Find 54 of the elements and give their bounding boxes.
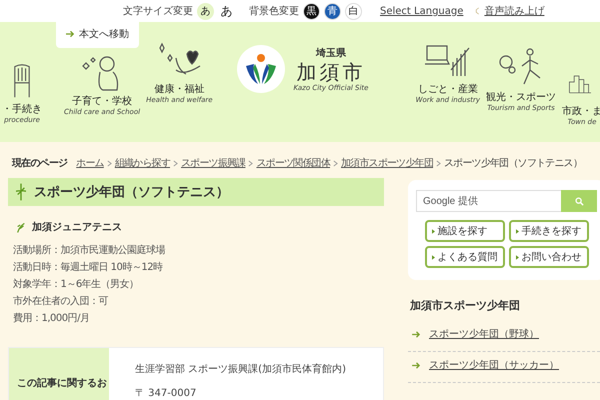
city-name: 加須市 [296, 60, 366, 84]
quick-link-button[interactable]: お問い合わせ [508, 246, 588, 268]
quick-link-button[interactable]: 施設を探す [424, 220, 504, 242]
quick-link-button[interactable]: よくある質問 [424, 246, 504, 268]
search-field[interactable]: Google 提供 [416, 190, 561, 212]
read-aloud-link[interactable]: 音声読み上げ [484, 4, 544, 18]
arrow-icon [412, 362, 421, 368]
chevron-icon [106, 160, 112, 166]
detail-text: 活動日時：毎週土曜日 10時～12時 [13, 260, 164, 275]
search-icon [574, 196, 584, 206]
breadcrumb-label: 現在のページ [12, 156, 68, 170]
sidebar-title: 加須市スポーツ少年団 [410, 298, 521, 313]
section-title: 加須ジュニアテニス [32, 220, 122, 234]
detail-text: 対象学年：1～6年生（男女） [13, 278, 140, 292]
arrow-icon [412, 330, 421, 338]
sidebar-link[interactable]: スポーツ少年団（野球） [429, 327, 539, 341]
skip-to-content-link[interactable]: 本文へ移動 [56, 22, 139, 48]
font-size-label: 文字サイズ変更 [123, 4, 193, 18]
chair-icon [13, 62, 31, 100]
breadcrumb-link[interactable]: 加須市スポーツ少年団 [341, 156, 434, 170]
chevron-icon [333, 160, 338, 166]
triangle-icon [516, 228, 518, 234]
search-button[interactable] [561, 190, 597, 212]
sparkle-icon [16, 183, 26, 201]
breadcrumb-link[interactable]: ホーム [76, 156, 104, 170]
arrow-icon [66, 30, 75, 38]
detail-text: 市外在住者の入団：可 [13, 294, 110, 309]
background-color-button[interactable]: 白 [345, 2, 362, 20]
triangle-icon [516, 254, 518, 260]
city-emblem-icon [236, 44, 286, 94]
breadcrumb-link[interactable]: スポーツ振興課 [181, 156, 246, 170]
sidebar-link[interactable]: スポーツ少年団（サッカー） [429, 358, 559, 372]
chevron-icon [436, 160, 442, 166]
detail-text: 活動場所：加須市民運動公園庭球場 [13, 244, 166, 258]
prefecture-name: 埼玉県 [316, 46, 346, 60]
chevron-icon [173, 160, 178, 166]
detail-text: 費用：1,000円/月 [13, 312, 90, 326]
department-text: 生涯学習部 スポーツ振興課(加須市民体育館内) [135, 362, 346, 376]
background-color-label: 背景色変更 [249, 4, 299, 18]
triangle-icon [432, 254, 434, 260]
breadcrumb-link[interactable]: スポーツ関係団体 [256, 156, 330, 170]
select-language-link[interactable]: Select Language [380, 6, 464, 16]
breadcrumb-current: スポーツ少年団（ソフトテニス） [444, 156, 582, 170]
quick-link-button[interactable]: 手続きを探す [508, 220, 588, 242]
background-color-button[interactable]: 青 [324, 2, 341, 20]
triangle-icon [432, 228, 434, 234]
contact-heading: この記事に関するお [17, 376, 107, 390]
postal-code-text: 〒 347-0007 [135, 387, 198, 400]
breadcrumb-link[interactable]: 組織から探す [114, 156, 170, 170]
background-color-button[interactable]: 黒 [303, 2, 320, 20]
leaf-icon [16, 220, 26, 234]
page-title: スポーツ少年団（ソフトテニス） [34, 184, 229, 201]
font-size-button[interactable]: あ [197, 2, 214, 20]
chevron-icon [248, 160, 254, 166]
